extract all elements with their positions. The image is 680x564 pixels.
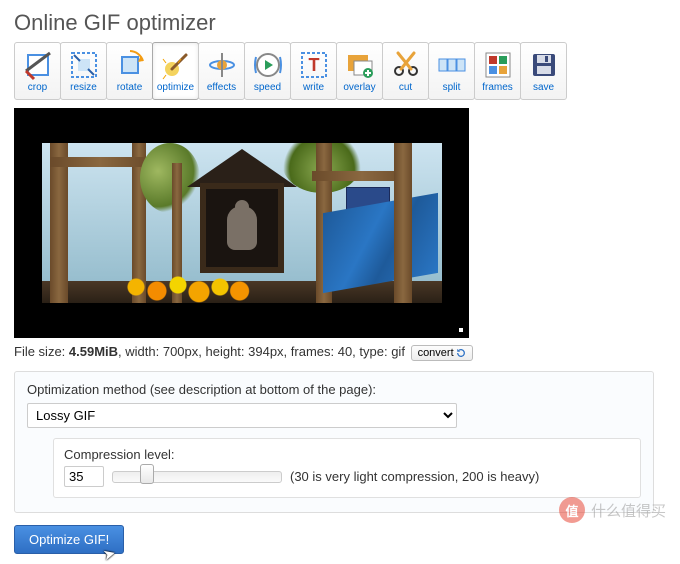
write-icon: T [298, 49, 330, 81]
split-label: split [443, 83, 461, 93]
toolbar: crop resize rotate optimize effects speed Twri… [14, 42, 666, 100]
overlay-label: overlay [343, 83, 375, 93]
crop-label: crop [28, 83, 47, 93]
cut-icon [390, 49, 422, 81]
compression-panel: Compression level: (30 is very light com… [53, 438, 641, 498]
file-info-details: , width: 700px, height: 394px, frames: 4… [118, 344, 405, 359]
optimization-method-label: Optimization method (see description at … [27, 382, 641, 397]
compression-level-label: Compression level: [64, 447, 630, 462]
overlay-button[interactable]: overlay [336, 42, 383, 100]
split-button[interactable]: split [428, 42, 475, 100]
file-info: File size: 4.59MiB, width: 700px, height… [14, 344, 666, 361]
optimization-method-select[interactable]: Lossy GIF [27, 403, 457, 428]
effects-label: effects [207, 83, 236, 93]
frames-label: frames [482, 83, 513, 93]
crop-icon [22, 49, 54, 81]
optimize-button[interactable]: optimize [152, 42, 199, 100]
gif-preview [14, 108, 469, 338]
write-label: write [303, 83, 324, 93]
rotate-button[interactable]: rotate [106, 42, 153, 100]
file-size-value: 4.59MiB [69, 344, 118, 359]
compression-level-slider[interactable] [112, 471, 282, 483]
resize-label: resize [70, 83, 97, 93]
save-icon [528, 49, 560, 81]
save-button[interactable]: save [520, 42, 567, 100]
cut-button[interactable]: cut [382, 42, 429, 100]
effects-icon [206, 49, 238, 81]
optimize-gif-label: Optimize GIF! [29, 532, 109, 547]
effects-button[interactable]: effects [198, 42, 245, 100]
optimize-icon [160, 49, 192, 81]
watermark-text: 什么值得买 [591, 500, 666, 521]
rotate-label: rotate [117, 83, 143, 93]
file-info-prefix: File size: [14, 344, 69, 359]
resize-icon [68, 49, 100, 81]
optimization-panel: Optimization method (see description at … [14, 371, 654, 513]
frames-icon [482, 49, 514, 81]
watermark-badge: 值 [559, 497, 585, 523]
rotate-icon [114, 49, 146, 81]
speed-label: speed [254, 83, 281, 93]
compression-level-input[interactable] [64, 466, 104, 487]
save-label: save [533, 83, 554, 93]
svg-text:T: T [308, 55, 319, 75]
compression-hint: (30 is very light compression, 200 is he… [290, 469, 539, 484]
gif-frame [42, 143, 442, 303]
overlay-icon [344, 49, 376, 81]
cut-label: cut [399, 83, 412, 93]
optimize-label: optimize [157, 83, 194, 93]
page-title: Online GIF optimizer [14, 10, 666, 36]
watermark: 值 什么值得买 [559, 497, 666, 523]
write-button[interactable]: Twrite [290, 42, 337, 100]
convert-label: convert [418, 347, 454, 359]
convert-button[interactable]: convert [411, 345, 473, 361]
resize-button[interactable]: resize [60, 42, 107, 100]
optimize-gif-button[interactable]: Optimize GIF! ➤ [14, 525, 124, 554]
speed-button[interactable]: speed [244, 42, 291, 100]
speed-icon [252, 49, 284, 81]
split-icon [436, 49, 468, 81]
crop-button[interactable]: crop [14, 42, 61, 100]
frames-button[interactable]: frames [474, 42, 521, 100]
refresh-icon [456, 348, 466, 358]
